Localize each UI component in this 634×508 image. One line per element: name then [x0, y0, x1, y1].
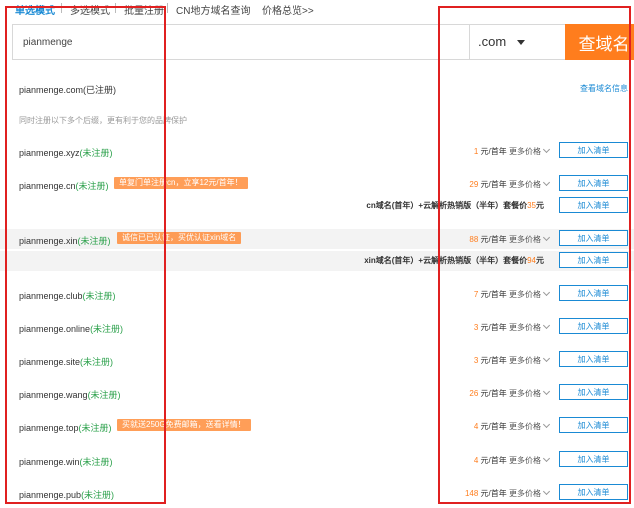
- result-price: 88 元/首年 更多价格: [469, 233, 551, 245]
- bundle-offer: cn域名(首年）+云解析热销版（半年）套餐价35元: [366, 201, 544, 210]
- result-row: pianmenge.xin(未注册) 诚信已已认证，买优认证xin域名 88 元…: [0, 229, 634, 249]
- tab-single-mode[interactable]: 单选模式: [15, 2, 55, 17]
- result-row: pianmenge.cn(未注册) 单复门单注册cn，立享12元/首年！ 29 …: [0, 174, 634, 194]
- tab-batch-register[interactable]: 批量注册: [124, 2, 164, 17]
- result-row: pianmenge.online(未注册) 3 元/首年 更多价格 加入清单: [0, 317, 634, 337]
- add-to-list-button[interactable]: 加入清单: [559, 142, 628, 158]
- add-to-list-button[interactable]: 加入清单: [559, 230, 628, 246]
- more-prices-link[interactable]: 更多价格: [509, 389, 541, 398]
- result-price: 4 元/首年 更多价格: [474, 420, 551, 432]
- result-domain: pianmenge.online(未注册): [19, 324, 124, 334]
- tab-price-overview[interactable]: 价格总览>>: [262, 2, 314, 17]
- result-domain: pianmenge.site(未注册): [19, 357, 114, 367]
- domain-search-bar: .com 查域名: [12, 24, 634, 60]
- result-row: pianmenge.wang(未注册) 26 元/首年 更多价格 加入清单: [0, 383, 634, 403]
- mode-tabs: 单选模式 多选模式 批量注册 CN地方域名查询 价格总览>>: [0, 0, 634, 18]
- bundle-row: xin域名(首年）+云解析热销版（半年）套餐价94元 加入清单: [0, 251, 634, 271]
- tab-multi-mode[interactable]: 多选模式: [70, 2, 110, 17]
- result-price: 4 元/首年 更多价格: [474, 454, 551, 466]
- result-row: pianmenge.top(未注册) 买就送250G免费邮箱，送看详情！ 4 元…: [0, 416, 634, 436]
- chevron-down-icon: [542, 354, 551, 363]
- add-to-list-button[interactable]: 加入清单: [559, 318, 628, 334]
- domain-search-input[interactable]: [13, 25, 469, 59]
- chevron-down-icon: [542, 233, 551, 242]
- chevron-down-icon: [542, 420, 551, 429]
- chevron-down-icon: [542, 145, 551, 154]
- result-price: 7 元/首年 更多价格: [474, 288, 551, 300]
- add-to-list-button[interactable]: 加入清单: [559, 451, 628, 467]
- add-bundle-button[interactable]: 加入清单: [559, 252, 628, 268]
- tab-divider: [61, 3, 62, 13]
- result-price: 26 元/首年 更多价格: [469, 387, 551, 399]
- result-domain: pianmenge.cn(未注册): [19, 181, 109, 191]
- more-prices-link[interactable]: 更多价格: [509, 456, 541, 465]
- result-price: 3 元/首年 更多价格: [474, 354, 551, 366]
- result-price: 3 元/首年 更多价格: [474, 321, 551, 333]
- add-to-list-button[interactable]: 加入清单: [559, 351, 628, 367]
- result-row: pianmenge.site(未注册) 3 元/首年 更多价格 加入清单: [0, 350, 634, 370]
- result-row: pianmenge.pub(未注册) 148 元/首年 更多价格 加入清单: [0, 483, 634, 503]
- tab-divider: [115, 3, 116, 13]
- search-domain-button[interactable]: 查域名: [565, 24, 634, 60]
- add-bundle-button[interactable]: 加入清单: [559, 197, 628, 213]
- result-price: 29 元/首年 更多价格: [469, 178, 551, 190]
- chevron-down-icon: [542, 487, 551, 496]
- more-prices-link[interactable]: 更多价格: [509, 147, 541, 156]
- bundle-offer: xin域名(首年）+云解析热销版（半年）套餐价94元: [364, 256, 544, 265]
- add-to-list-button[interactable]: 加入清单: [559, 417, 628, 433]
- suffix-select[interactable]: .com: [469, 25, 566, 59]
- main-result-row: pianmenge.com(已注册) 查看域名信息: [0, 80, 634, 98]
- add-to-list-button[interactable]: 加入清单: [559, 175, 628, 191]
- result-domain: pianmenge.pub(未注册): [19, 490, 115, 500]
- more-prices-link[interactable]: 更多价格: [509, 489, 541, 498]
- add-to-list-button[interactable]: 加入清单: [559, 484, 628, 500]
- result-domain: pianmenge.top(未注册): [19, 423, 112, 433]
- main-result-domain: pianmenge.com(已注册): [19, 85, 117, 95]
- result-domain: pianmenge.wang(未注册): [19, 390, 121, 400]
- tab-divider: [167, 3, 168, 13]
- result-row: pianmenge.club(未注册) 7 元/首年 更多价格 加入清单: [0, 284, 634, 304]
- chevron-down-icon: [542, 178, 551, 187]
- promo-badge[interactable]: 单复门单注册cn，立享12元/首年！: [114, 177, 248, 189]
- result-domain: pianmenge.club(未注册): [19, 291, 116, 301]
- result-price: 1 元/首年 更多价格: [474, 145, 551, 157]
- more-prices-link[interactable]: 更多价格: [509, 290, 541, 299]
- promo-badge[interactable]: 买就送250G免费邮箱，送看详情！: [117, 419, 251, 431]
- result-row: pianmenge.win(未注册) 4 元/首年 更多价格 加入清单: [0, 450, 634, 470]
- result-domain: pianmenge.win(未注册): [19, 457, 113, 467]
- more-prices-link[interactable]: 更多价格: [509, 235, 541, 244]
- tab-cn-local-domain[interactable]: CN地方域名查询: [176, 2, 250, 17]
- more-prices-link[interactable]: 更多价格: [509, 323, 541, 332]
- more-prices-link[interactable]: 更多价格: [509, 180, 541, 189]
- result-domain: pianmenge.xyz(未注册): [19, 148, 113, 158]
- add-to-list-button[interactable]: 加入清单: [559, 384, 628, 400]
- suggestion-hint: 同时注册以下多个后缀，更有利于您的品牌保护: [19, 116, 187, 125]
- more-prices-link[interactable]: 更多价格: [509, 356, 541, 365]
- view-domain-info-link[interactable]: 查看域名信息: [580, 83, 628, 94]
- chevron-down-icon: [542, 321, 551, 330]
- suffix-selected-value: .com: [478, 34, 507, 49]
- chevron-down-icon: [542, 387, 551, 396]
- more-prices-link[interactable]: 更多价格: [509, 422, 541, 431]
- promo-badge[interactable]: 诚信已已认证，买优认证xin域名: [117, 232, 242, 244]
- caret-down-icon: [517, 40, 525, 45]
- bundle-row: cn域名(首年）+云解析热销版（半年）套餐价35元 加入清单: [0, 196, 634, 216]
- result-price: 148 元/首年 更多价格: [465, 487, 551, 499]
- result-row: pianmenge.xyz(未注册) 1 元/首年 更多价格 加入清单: [0, 141, 634, 161]
- chevron-down-icon: [542, 288, 551, 297]
- chevron-down-icon: [542, 454, 551, 463]
- result-domain: pianmenge.xin(未注册): [19, 236, 111, 246]
- add-to-list-button[interactable]: 加入清单: [559, 285, 628, 301]
